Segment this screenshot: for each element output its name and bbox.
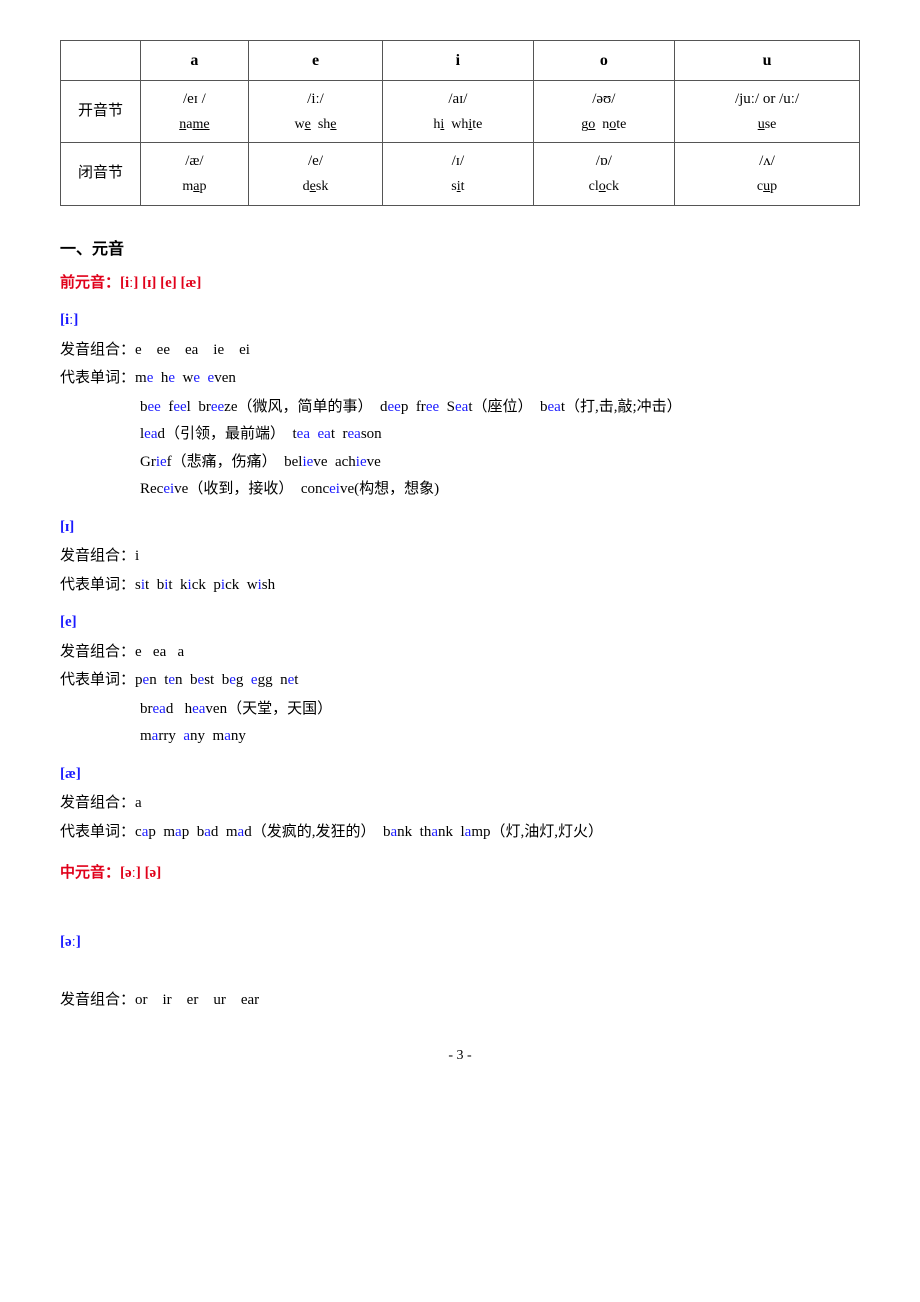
phoneme-ae-title: [æ] xyxy=(60,762,860,788)
cell-a-bi-phoneme: /æ/ map xyxy=(141,143,249,205)
e-example2: marry any many xyxy=(140,724,860,750)
table-header-e: e xyxy=(248,41,382,81)
table-header-o: o xyxy=(533,41,674,81)
cell-i-kai-phoneme: /aɪ/ hi white xyxy=(383,81,533,143)
phoneme-schwa-long-title: [əː] xyxy=(60,930,860,956)
phoneme-i-title: [ɪ] xyxy=(60,515,860,541)
cell-e-bi-phoneme: /e/ desk xyxy=(248,143,382,205)
table-header-a: a xyxy=(141,41,249,81)
cell-e-kai-phoneme: /iː/ we she xyxy=(248,81,382,143)
cell-o-bi-phoneme: /ɒ/ clock xyxy=(533,143,674,205)
phoneme-ii-title: [iː] xyxy=(60,308,860,334)
ii-rep-word: 代表单词：me he we even xyxy=(60,366,860,392)
page-number: - 3 - xyxy=(60,1044,860,1068)
ii-example3: Grief（悲痛，伤痛） believe achieve xyxy=(140,450,860,476)
schwa-long-sound-combo: 发音组合：or ir er ur ear xyxy=(60,988,860,1014)
ii-sound-combo: 发音组合：e ee ea ie ei xyxy=(60,338,860,364)
mid-vowel-title: 中元音：[əː] [ə] xyxy=(60,861,860,887)
i-rep-word: 代表单词：sit bit kick pick wish xyxy=(60,573,860,599)
phoneme-e-title: [e] xyxy=(60,610,860,636)
table-header-i: i xyxy=(383,41,533,81)
ii-example1: bee feel breeze（微风，简单的事） deep free Seat（… xyxy=(140,395,860,421)
cell-u-bi-phoneme: /ʌ/ cup xyxy=(675,143,860,205)
ae-rep-word: 代表单词：cap map bad mad（发疯的,发狂的） bank thank… xyxy=(60,820,860,846)
front-vowel-title: 前元音：[iː] [ɪ] [e] [æ] xyxy=(60,271,860,297)
cell-i-bi-phoneme: /ɪ/ sit xyxy=(383,143,533,205)
section-vowel-title: 一、元音 xyxy=(60,236,860,263)
bi-yin-jie-label: 闭音节 xyxy=(61,143,141,205)
ae-sound-combo: 发音组合：a xyxy=(60,791,860,817)
e-sound-combo: 发音组合：e ea a xyxy=(60,640,860,666)
kai-yin-jie-label: 开音节 xyxy=(61,81,141,143)
e-rep-word: 代表单词：pen ten best beg egg net xyxy=(60,668,860,694)
e-example1: bread heaven（天堂，天国） xyxy=(140,697,860,723)
cell-u-kai-phoneme: /juː/ or /uː/ use xyxy=(675,81,860,143)
cell-a-kai-phoneme: /eɪ / name xyxy=(141,81,249,143)
cell-o-kai-phoneme: /əʊ/ go note xyxy=(533,81,674,143)
ii-example4: Receive（收到，接收） conceive(构想，想象) xyxy=(140,477,860,503)
phonics-table: a e i o u 开音节 /eɪ / name /iː/ we she /aɪ… xyxy=(60,40,860,206)
i-sound-combo: 发音组合：i xyxy=(60,544,860,570)
table-header-empty xyxy=(61,41,141,81)
table-header-u: u xyxy=(675,41,860,81)
ii-example2: lead（引领，最前端） tea eat reason xyxy=(140,422,860,448)
